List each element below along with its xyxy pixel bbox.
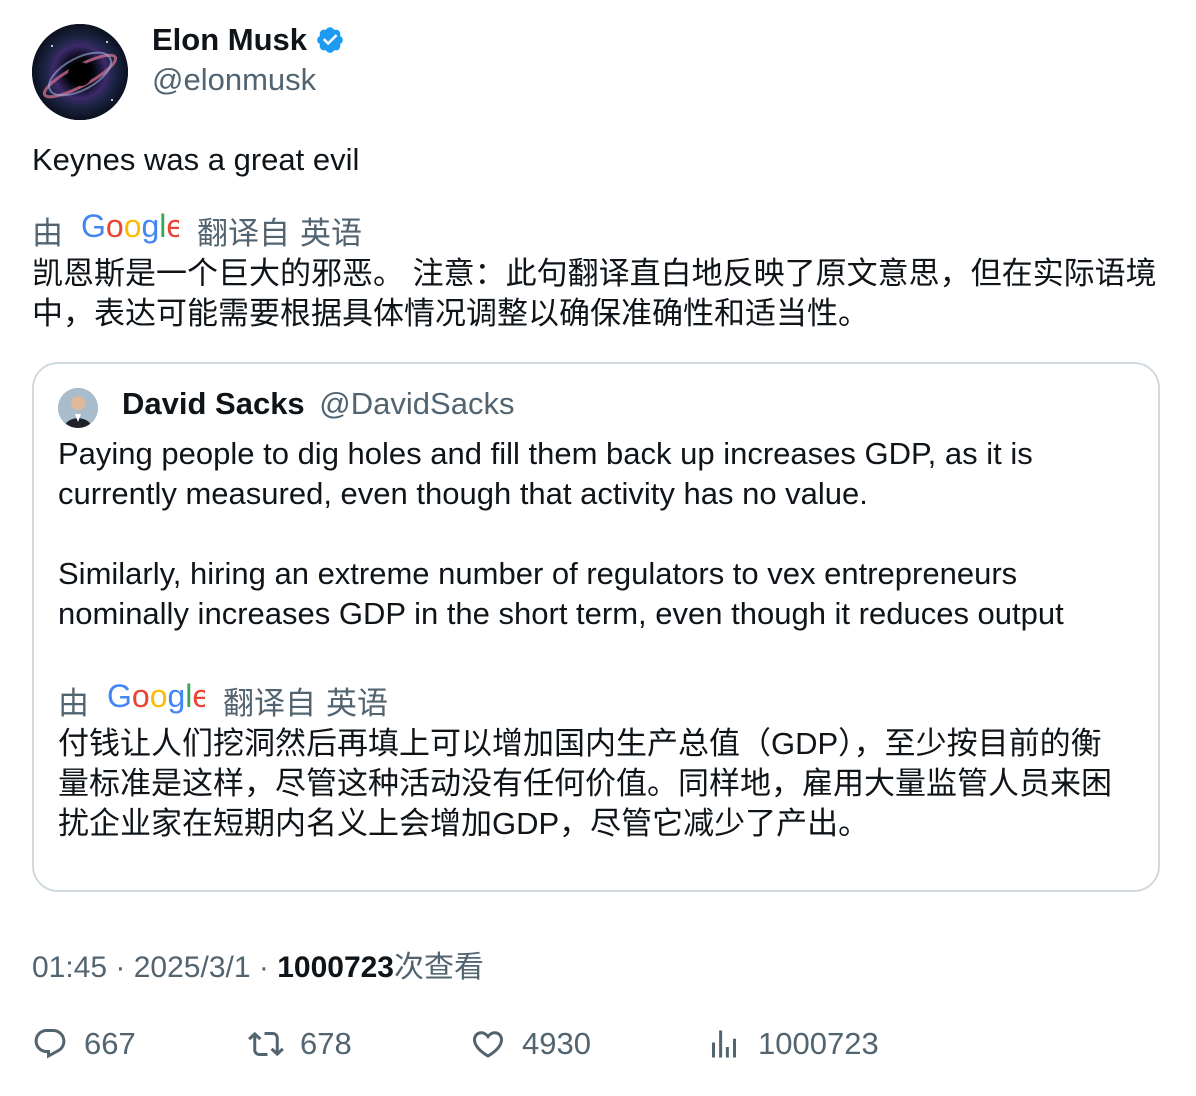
retweet-icon [248, 1031, 284, 1057]
translated-by-label: 由 [58, 686, 89, 721]
quoted-author-handle[interactable]: @DavidSacks [319, 386, 514, 421]
tweet-date[interactable]: 2025/3/1 [134, 951, 251, 984]
person-avatar-icon [58, 388, 98, 428]
quoted-header: David Sacks @DavidSacks [122, 386, 514, 422]
tweet-time[interactable]: 01:45 [32, 951, 107, 984]
svg-text:Google: Google [107, 679, 205, 714]
like-button[interactable]: 4930 [470, 1026, 591, 1062]
translated-from-label: 翻译自 [223, 686, 316, 721]
meta-separator: · [115, 951, 134, 984]
reply-icon [34, 1029, 66, 1059]
view-count: 1000723 [277, 951, 394, 984]
google-logo-icon[interactable]: Google [81, 208, 184, 253]
quoted-translation: 付钱让人们挖洞然后再填上可以增加国内生产总值（GDP），至少按目前的衡量标准是这… [58, 726, 1112, 841]
tweet: Elon Musk @elonmusk Keynes was a great e… [0, 0, 1196, 1096]
reply-button[interactable]: 667 [32, 1026, 136, 1062]
tweet-text: Keynes was a great evil [32, 142, 360, 177]
source-language: 英语 [300, 216, 362, 251]
google-logo-icon[interactable]: Google [107, 678, 210, 723]
view-count-suffix: 次查看 [394, 951, 484, 984]
views-button[interactable]: 1000723 [706, 1026, 879, 1062]
quoted-author-name[interactable]: David Sacks [122, 386, 305, 421]
views-count: 1000723 [758, 1026, 879, 1061]
galaxy-avatar-icon [32, 24, 128, 120]
tweet-translation: 凯恩斯是一个巨大的邪恶。 注意：此句翻译直白地反映了原文意思，但在实际语境中，表… [32, 256, 1157, 331]
quoted-tweet[interactable]: David Sacks @DavidSacks Paying people to… [32, 362, 1160, 892]
author-avatar[interactable] [32, 24, 128, 120]
meta-separator: · [258, 951, 278, 984]
author-name[interactable]: Elon Musk [152, 22, 307, 58]
quoted-author-avatar[interactable] [58, 388, 98, 428]
author-name-row: Elon Musk [152, 22, 345, 58]
translated-by-row: 由 Google 翻译自 英语 [32, 208, 362, 253]
quoted-paragraph: Paying people to dig holes and fill them… [58, 436, 1033, 511]
svg-text:Google: Google [81, 209, 179, 244]
like-count: 4930 [522, 1026, 591, 1061]
retweet-button[interactable]: 678 [248, 1026, 352, 1062]
heart-icon [472, 1031, 504, 1058]
quoted-translated-by-row: 由 Google 翻译自 英语 [58, 678, 388, 723]
action-bar: 667 678 4930 1000723 [32, 1026, 1162, 1074]
quoted-text: Paying people to dig holes and fill them… [58, 434, 1138, 634]
reply-count: 667 [84, 1026, 136, 1061]
tweet-meta: 01:45 · 2025/3/1 · 1000723次查看 [32, 942, 484, 986]
bar-chart-icon [712, 1030, 736, 1058]
verified-badge-icon[interactable] [315, 25, 345, 55]
quoted-paragraph: Similarly, hiring an extreme number of r… [58, 556, 1064, 631]
retweet-count: 678 [300, 1026, 352, 1061]
translated-from-label: 翻译自 [197, 216, 290, 251]
source-language: 英语 [326, 686, 388, 721]
author-handle[interactable]: @elonmusk [152, 62, 316, 98]
translated-by-label: 由 [32, 216, 63, 251]
